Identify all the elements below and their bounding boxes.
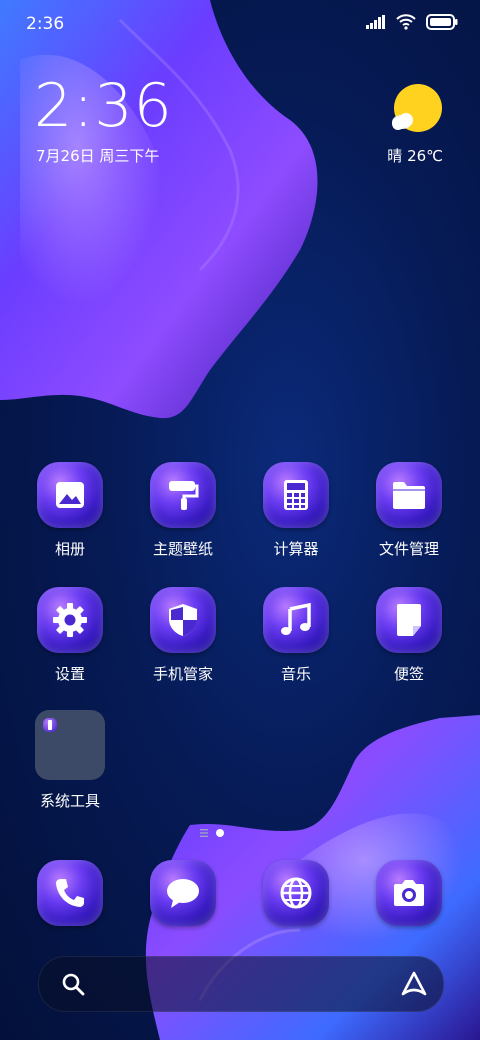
dock-browser[interactable] <box>246 860 346 926</box>
app-settings[interactable]: 设置 <box>20 587 120 684</box>
folder-system-tools[interactable]: 系统工具 <box>20 710 120 811</box>
battery-icon <box>426 14 458 30</box>
note-icon <box>376 587 442 653</box>
app-file-manager[interactable]: 文件管理 <box>359 462 459 559</box>
gear-icon <box>37 587 103 653</box>
app-label: 音乐 <box>280 665 311 683</box>
app-label: 计算器 <box>273 540 319 558</box>
wifi-icon <box>396 14 416 30</box>
search-icon <box>62 973 85 996</box>
clock-widget-time[interactable]: 2:36 <box>34 76 173 136</box>
app-label: 便签 <box>393 665 424 683</box>
message-icon <box>150 860 216 926</box>
page-indicator[interactable] <box>200 829 224 837</box>
status-icons <box>366 14 458 30</box>
dock-camera[interactable] <box>359 860 459 926</box>
page-dot-active <box>216 829 224 837</box>
app-calculator[interactable]: 计算器 <box>246 462 346 559</box>
dock-phone[interactable] <box>20 860 120 926</box>
folder-label: 系统工具 <box>39 792 100 810</box>
app-music[interactable]: 音乐 <box>246 587 346 684</box>
weather-text: 晴 26℃ <box>387 147 443 165</box>
app-label: 主题壁纸 <box>152 540 213 558</box>
dock-messages[interactable] <box>133 860 233 926</box>
browser-globe-icon <box>263 860 329 926</box>
app-label: 相册 <box>54 540 85 558</box>
app-manager-mini-icon <box>43 718 57 732</box>
shield-icon <box>150 587 216 653</box>
app-themes[interactable]: 主题壁纸 <box>133 462 233 559</box>
status-time: 2:36 <box>26 14 65 34</box>
gallery-icon <box>37 462 103 528</box>
app-label: 手机管家 <box>152 665 213 683</box>
signal-icon <box>366 15 385 29</box>
paint-roller-icon <box>150 462 216 528</box>
folder-preview <box>35 710 105 780</box>
search-bar[interactable] <box>38 956 444 1012</box>
menu-lines-icon <box>200 829 208 837</box>
calculator-icon <box>263 462 329 528</box>
music-note-icon <box>263 587 329 653</box>
sunny-weather-icon[interactable] <box>390 84 444 136</box>
app-security[interactable]: 手机管家 <box>133 587 233 684</box>
app-label: 文件管理 <box>378 540 439 558</box>
app-notes[interactable]: 便签 <box>359 587 459 684</box>
camera-icon <box>376 860 442 926</box>
assistant-icon[interactable] <box>401 970 427 998</box>
app-gallery[interactable]: 相册 <box>20 462 120 559</box>
app-label: 设置 <box>54 665 85 683</box>
clock-widget-date[interactable]: 7月26日 周三下午 <box>36 145 159 166</box>
folder-icon <box>376 462 442 528</box>
phone-icon <box>37 860 103 926</box>
